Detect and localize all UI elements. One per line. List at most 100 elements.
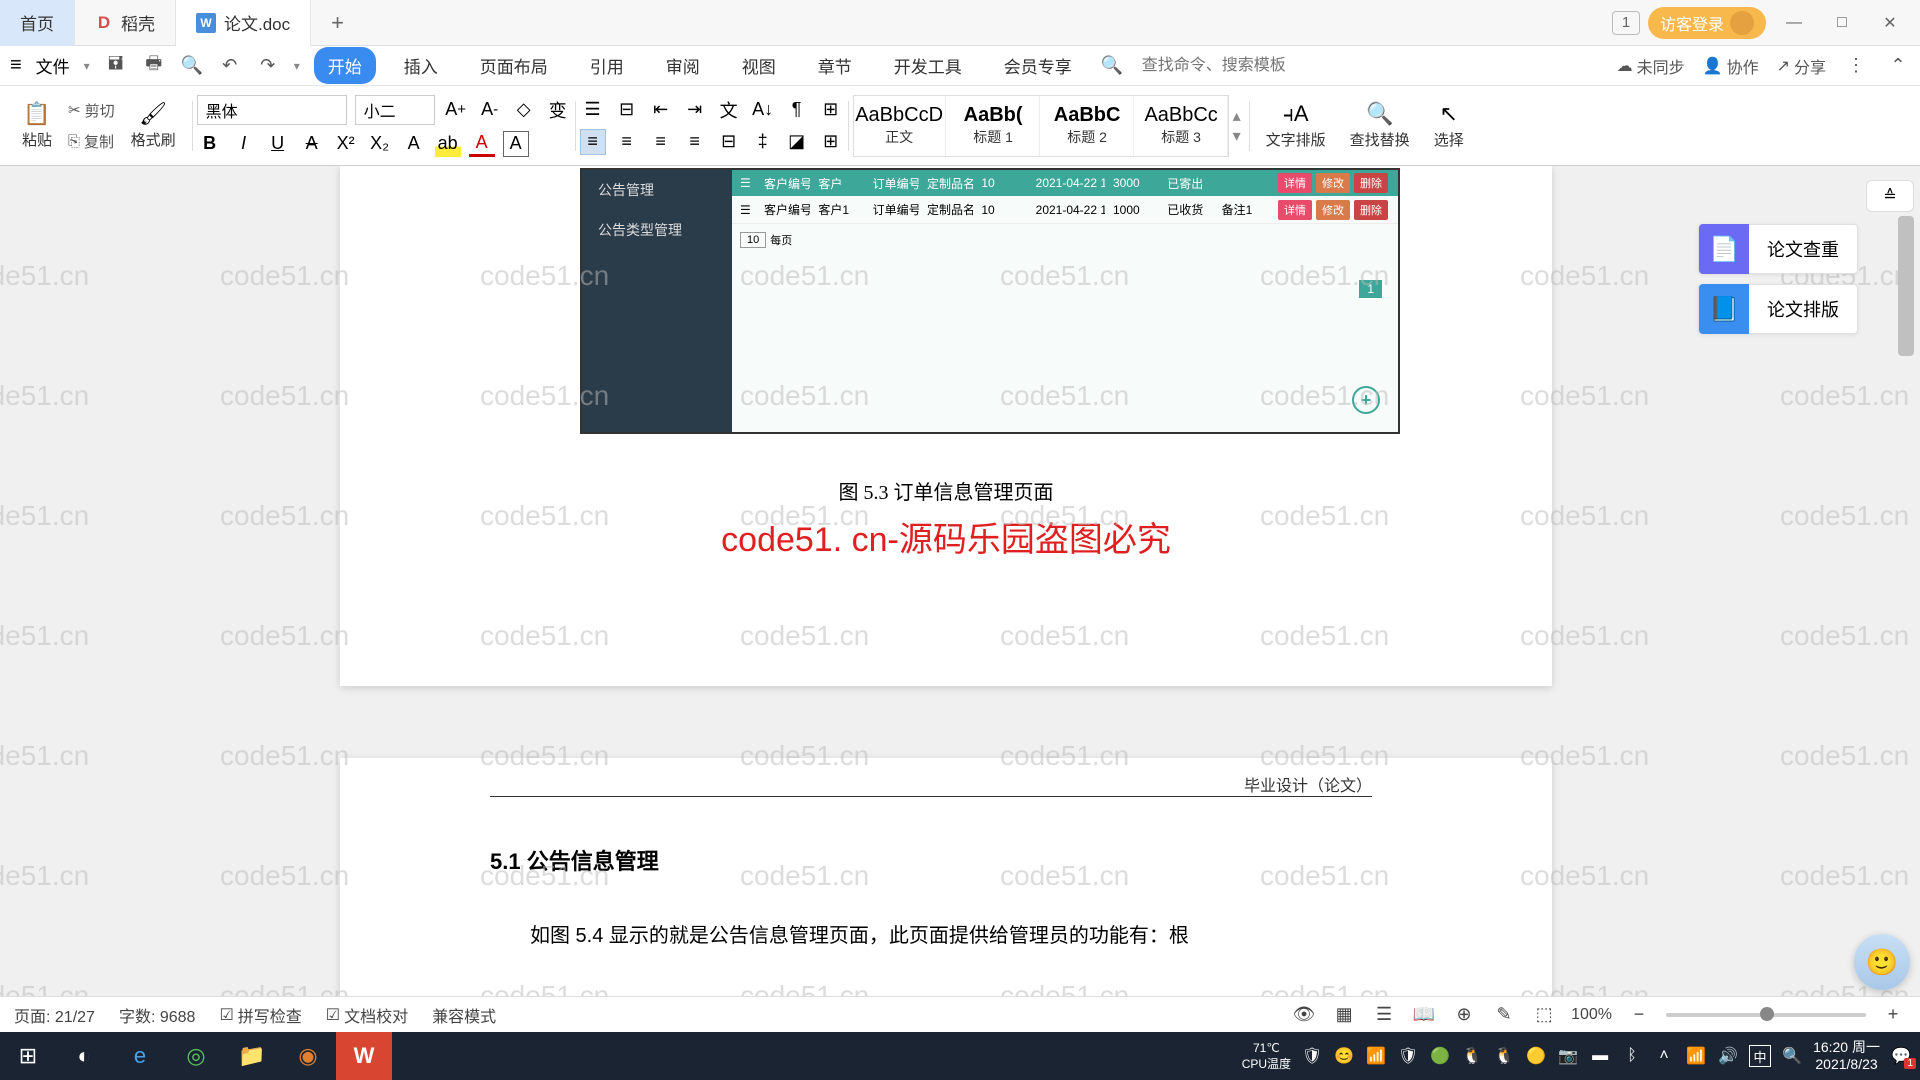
ink-icon[interactable]: ✎ bbox=[1491, 1002, 1517, 1028]
menu-dev-tools[interactable]: 开发工具 bbox=[880, 47, 976, 84]
borders-button[interactable]: ⊞ bbox=[818, 129, 844, 155]
minimize-button[interactable]: — bbox=[1774, 3, 1814, 43]
task-app-1[interactable]: ◐ bbox=[56, 1032, 112, 1080]
char-border-button[interactable]: A bbox=[503, 131, 529, 157]
tray-icon[interactable]: 🟡 bbox=[1525, 1045, 1547, 1067]
menu-review[interactable]: 审阅 bbox=[652, 47, 714, 84]
distribute-button[interactable]: ⊟ bbox=[716, 129, 742, 155]
zoom-level[interactable]: 100% bbox=[1571, 1006, 1612, 1024]
page-count[interactable]: 页面: 21/27 bbox=[14, 1003, 95, 1027]
assistant-bubble[interactable]: 🙂 bbox=[1854, 934, 1910, 990]
menu-view[interactable]: 视图 bbox=[728, 47, 790, 84]
find-replace-group[interactable]: 🔍 查找替换 bbox=[1338, 101, 1422, 150]
task-explorer[interactable]: 📁 bbox=[224, 1032, 280, 1080]
zoom-in-button[interactable]: + bbox=[1880, 1002, 1906, 1028]
font-color-button[interactable]: A bbox=[469, 131, 495, 157]
ime-indicator[interactable]: 中 bbox=[1749, 1045, 1771, 1067]
asian-layout-icon[interactable]: 文 bbox=[716, 97, 742, 123]
align-center-button[interactable]: ≡ bbox=[614, 129, 640, 155]
shading-button[interactable]: ◪ bbox=[784, 129, 810, 155]
bullets-icon[interactable]: ☰ bbox=[580, 97, 606, 123]
maximize-button[interactable]: □ bbox=[1822, 3, 1862, 43]
increase-indent-icon[interactable]: ⇥ bbox=[682, 97, 708, 123]
size-select[interactable] bbox=[355, 95, 435, 125]
reading-view-icon[interactable]: 📖 bbox=[1411, 1002, 1437, 1028]
save-icon[interactable]: 🖬 bbox=[104, 54, 128, 78]
underline-button[interactable]: U bbox=[265, 131, 291, 157]
zoom-out-button[interactable]: − bbox=[1626, 1002, 1652, 1028]
select-group[interactable]: ↖ 选择 bbox=[1422, 101, 1476, 150]
task-ie[interactable]: e bbox=[112, 1032, 168, 1080]
collapse-ribbon-icon[interactable]: ⌃ bbox=[1886, 54, 1910, 78]
menu-file[interactable]: 文件 bbox=[36, 53, 70, 78]
task-360[interactable]: ◎ bbox=[168, 1032, 224, 1080]
show-marks-icon[interactable]: ¶ bbox=[784, 97, 810, 123]
fit-width-icon[interactable]: ⬚ bbox=[1531, 1002, 1557, 1028]
highlight-button[interactable]: ab bbox=[435, 131, 461, 157]
thesis-layout-button[interactable]: 📘 论文排版 bbox=[1698, 284, 1858, 334]
print-icon[interactable]: 🖶 bbox=[142, 54, 166, 78]
plagiarism-check-button[interactable]: 📄 论文查重 bbox=[1698, 224, 1858, 274]
tab-stop-icon[interactable]: ⊞ bbox=[818, 97, 844, 123]
cut-button[interactable]: ✂剪切 bbox=[64, 98, 119, 123]
clear-format-icon[interactable]: ◇ bbox=[511, 97, 537, 123]
sort-icon[interactable]: A↓ bbox=[750, 97, 776, 123]
proofread[interactable]: ☑文档校对 bbox=[326, 1003, 408, 1027]
phonetic-icon[interactable]: 变 bbox=[545, 97, 571, 123]
menu-page-layout[interactable]: 页面布局 bbox=[466, 47, 562, 84]
tray-icon[interactable]: 🐧 bbox=[1493, 1045, 1515, 1067]
font-select[interactable] bbox=[197, 95, 347, 125]
bold-button[interactable]: B bbox=[197, 131, 223, 157]
sync-status[interactable]: ☁未同步 bbox=[1617, 54, 1685, 78]
zoom-thumb[interactable] bbox=[1760, 1007, 1774, 1021]
decrease-indent-icon[interactable]: ⇤ bbox=[648, 97, 674, 123]
outline-view-icon[interactable]: ☰ bbox=[1371, 1002, 1397, 1028]
preview-icon[interactable]: 🔍 bbox=[180, 54, 204, 78]
menu-reference[interactable]: 引用 bbox=[576, 47, 638, 84]
menu-section[interactable]: 章节 bbox=[804, 47, 866, 84]
file-dropdown-icon[interactable]: ▾ bbox=[84, 59, 90, 73]
tab-document[interactable]: W 论文.doc bbox=[176, 0, 311, 46]
hamburger-icon[interactable]: ≡ bbox=[10, 54, 22, 77]
page-view-icon[interactable]: ▦ bbox=[1331, 1002, 1357, 1028]
tab-docke[interactable]: D 稻壳 bbox=[75, 0, 176, 46]
chevron-up-icon[interactable]: ˄ bbox=[1653, 1045, 1675, 1067]
undo-icon[interactable]: ↶ bbox=[218, 54, 242, 78]
text-layout-group[interactable]: ⫞A 文字排版 bbox=[1254, 101, 1338, 150]
wifi-icon[interactable]: 📶 bbox=[1685, 1045, 1707, 1067]
decrease-font-icon[interactable]: A- bbox=[477, 97, 503, 123]
share-button[interactable]: ↗分享 bbox=[1777, 54, 1826, 78]
tray-icon[interactable]: 🟢 bbox=[1429, 1045, 1451, 1067]
qat-dropdown-icon[interactable]: ▾ bbox=[294, 59, 300, 73]
tray-icon[interactable]: 🛡 bbox=[1397, 1045, 1419, 1067]
tray-icon[interactable]: 📷 bbox=[1557, 1045, 1579, 1067]
tray-icon[interactable]: ▬ bbox=[1589, 1045, 1611, 1067]
scroll-thumb[interactable] bbox=[1898, 216, 1914, 356]
spell-check[interactable]: ☑拼写检查 bbox=[219, 1003, 301, 1027]
window-count[interactable]: 1 bbox=[1612, 11, 1640, 35]
menu-member[interactable]: 会员专享 bbox=[990, 47, 1086, 84]
format-painter-group[interactable]: 🖌 格式刷 bbox=[119, 101, 188, 150]
text-effect-button[interactable]: A bbox=[401, 131, 427, 157]
copy-button[interactable]: ⎘复制 bbox=[64, 129, 119, 154]
menu-insert[interactable]: 插入 bbox=[390, 47, 452, 84]
redo-icon[interactable]: ↷ bbox=[256, 54, 280, 78]
paste-label[interactable]: 粘贴 bbox=[22, 129, 52, 150]
start-button[interactable]: ⊞ bbox=[0, 1032, 56, 1080]
tray-icon[interactable]: 🐧 bbox=[1461, 1045, 1483, 1067]
menu-start[interactable]: 开始 bbox=[314, 47, 376, 84]
numbering-icon[interactable]: ⊟ bbox=[614, 97, 640, 123]
close-button[interactable]: ✕ bbox=[1870, 3, 1910, 43]
clipboard-icon[interactable]: 📋 bbox=[23, 101, 50, 127]
style-body[interactable]: AaBbCcD正文 bbox=[854, 96, 946, 156]
new-tab-button[interactable]: + bbox=[311, 10, 364, 36]
italic-button[interactable]: I bbox=[231, 131, 257, 157]
style-h3[interactable]: AaBbCc标题 3 bbox=[1136, 96, 1228, 156]
more-icon[interactable]: ⋮ bbox=[1844, 54, 1868, 78]
clock[interactable]: 16:20 周一 2021/8/23 bbox=[1813, 1039, 1880, 1073]
word-count[interactable]: 字数: 9688 bbox=[119, 1003, 196, 1027]
volume-icon[interactable]: 🔊 bbox=[1717, 1045, 1739, 1067]
tab-home[interactable]: 首页 bbox=[0, 0, 75, 46]
align-justify-button[interactable]: ≡ bbox=[682, 129, 708, 155]
tray-icon[interactable]: 😊 bbox=[1333, 1045, 1355, 1067]
